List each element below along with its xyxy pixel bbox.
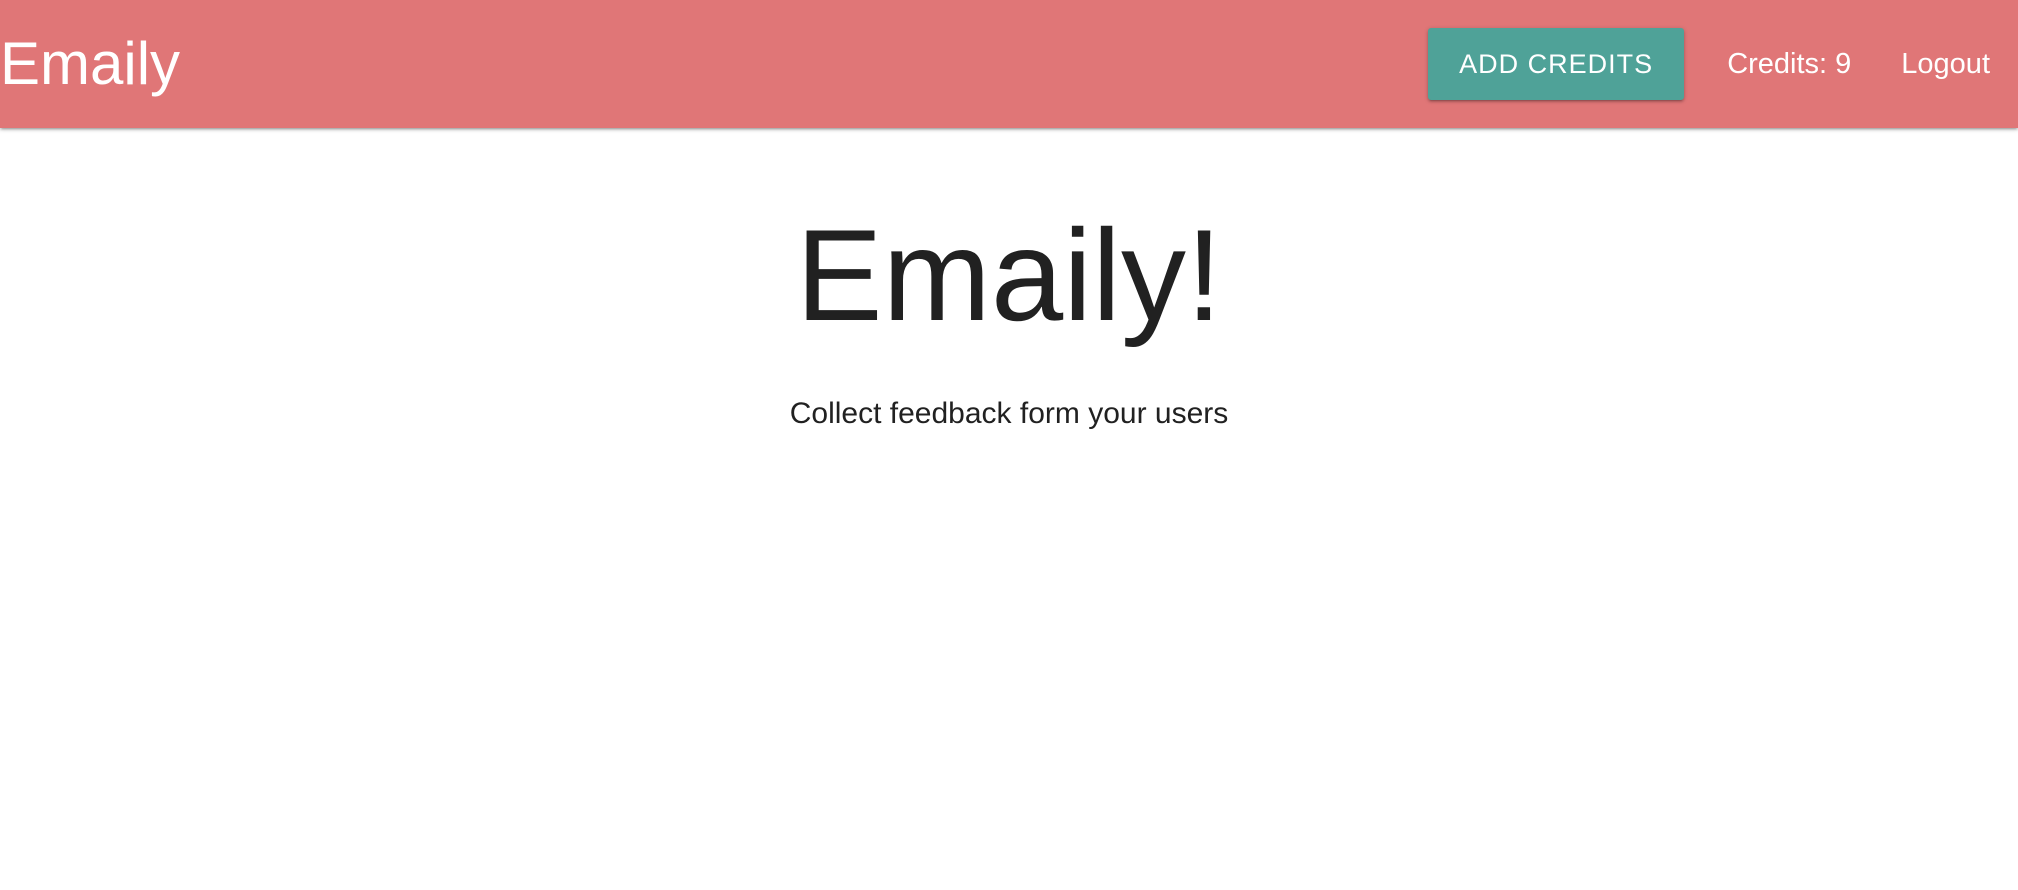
navbar-actions: ADD CREDITS Credits: 9 Logout [1428,0,2018,128]
brand-logo-link[interactable]: Emaily [0,24,180,104]
navbar: Emaily ADD CREDITS Credits: 9 Logout [0,0,2018,128]
credits-count: Credits: 9 [1727,48,1852,80]
add-credits-button[interactable]: ADD CREDITS [1428,28,1685,100]
hero-title: Emaily! [795,202,1223,348]
logout-link[interactable]: Logout [1874,0,2018,128]
page: Emaily ADD CREDITS Credits: 9 Logout Ema… [0,0,2018,890]
hero-subtitle: Collect feedback form your users [789,397,1229,430]
landing-hero: Emaily! Collect feedback form your users [0,200,2018,434]
